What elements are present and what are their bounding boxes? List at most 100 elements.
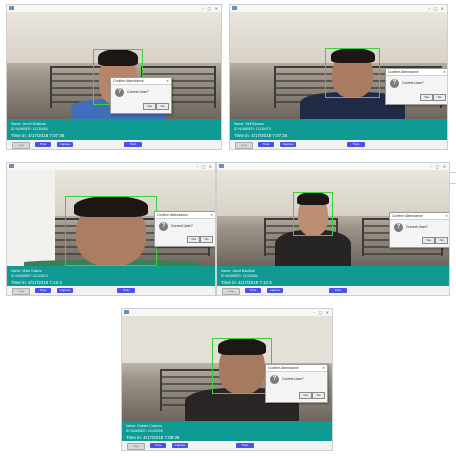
train-button[interactable]: Train xyxy=(347,142,365,147)
train-button[interactable]: Train xyxy=(236,443,254,448)
camera-feed: Confirm Attendance ✕? Correct User? Yes No xyxy=(7,12,221,119)
dialog-message: Correct User? xyxy=(127,90,149,94)
button-row: Log Time Capture Train xyxy=(7,286,215,295)
no-button[interactable]: No xyxy=(200,236,213,243)
yes-button[interactable]: Yes xyxy=(422,237,435,244)
dialog-title: Confirm Attendance xyxy=(390,213,449,220)
app-icon xyxy=(219,164,224,168)
log-button[interactable]: Log xyxy=(222,288,240,295)
face-detection-box xyxy=(325,48,380,98)
camera-feed: Confirm Attendance ✕? Correct User? Yes No xyxy=(122,316,332,421)
time-in: Time in: 4/17/2018 7:12:5 xyxy=(221,280,272,285)
no-button[interactable]: No xyxy=(312,392,325,399)
close-icon[interactable]: ✕ xyxy=(443,69,446,75)
question-icon: ? xyxy=(115,88,124,97)
train-button[interactable]: Train xyxy=(329,288,347,293)
time-button[interactable]: Time xyxy=(35,288,51,293)
attendance-window: – □ ✕ Confirm Attendance ✕? Correct User? Ye… xyxy=(6,4,222,150)
side-window xyxy=(449,172,456,184)
student-name: Name: Neil Banzon xyxy=(234,122,265,126)
yes-button[interactable]: Yes xyxy=(299,392,312,399)
window-controls[interactable]: – □ ✕ xyxy=(430,164,447,169)
face-detection-box xyxy=(293,192,333,236)
student-name: Name: Mark Galicia xyxy=(11,269,42,273)
capture-button[interactable]: Capture xyxy=(267,288,283,293)
student-id: ID NUMBER: 11130464 xyxy=(11,127,48,131)
close-icon[interactable]: ✕ xyxy=(210,212,213,218)
confirm-dialog: Confirm Attendance ✕? Correct User? Yes No xyxy=(265,364,328,403)
capture-button[interactable]: Capture xyxy=(280,142,296,147)
app-icon xyxy=(9,164,14,168)
dialog-message: Correct User? xyxy=(171,224,193,228)
attendance-window: – □ ✕ Confirm Attendance ✕? Correct User? Ye… xyxy=(216,162,450,296)
time-button[interactable]: Time xyxy=(245,288,261,293)
question-icon: ? xyxy=(394,223,403,232)
train-button[interactable]: Train xyxy=(124,142,142,147)
window-controls[interactable]: – □ ✕ xyxy=(313,310,330,315)
log-button[interactable]: Log xyxy=(235,142,253,149)
time-button[interactable]: Time xyxy=(258,142,274,147)
student-name: Name: Jared Bautista xyxy=(221,269,255,273)
face-detection-box xyxy=(212,338,272,394)
log-button[interactable]: Log xyxy=(12,142,30,149)
attendance-window: – □ ✕ Confirm Attendance ✕? Correct User? Ye… xyxy=(6,162,216,296)
app-icon xyxy=(124,310,129,314)
dialog-message: Correct User? xyxy=(402,81,424,85)
question-icon: ? xyxy=(270,375,279,384)
student-id: ID NUMBER: 11130513 xyxy=(11,274,48,278)
confirm-dialog: Confirm Attendance ✕? Correct User? Yes No xyxy=(154,211,215,247)
window-controls[interactable]: – □ ✕ xyxy=(202,6,219,11)
info-panel: Name: Neil Banzon ID NUMBER: 11130470 Time… xyxy=(230,119,447,149)
side-person xyxy=(7,170,55,266)
capture-button[interactable]: Capture xyxy=(172,443,188,448)
attendance-window: – □ ✕ Confirm Attendance ✕? Correct User? Ye… xyxy=(121,308,333,451)
no-button[interactable]: No xyxy=(156,103,169,110)
button-row: Log Time Capture Train xyxy=(7,140,221,149)
no-button[interactable]: No xyxy=(435,237,448,244)
yes-button[interactable]: Yes xyxy=(187,236,200,243)
yes-button[interactable]: Yes xyxy=(420,94,433,101)
info-panel: Name: Jared Bautista ID NUMBER: 11130484 T… xyxy=(217,266,449,295)
camera-feed: Confirm Attendance ✕? Correct User? Yes No xyxy=(217,170,449,266)
app-icon xyxy=(9,6,14,10)
student-id: ID NUMBER: 11130470 xyxy=(234,127,271,131)
log-button[interactable]: Log xyxy=(127,443,145,450)
info-panel: Name: Jerzel Bullanan ID NUMBER: 11130464… xyxy=(7,119,221,149)
window-controls[interactable]: – □ ✕ xyxy=(196,164,213,169)
camera-feed: Confirm Attendance ✕? Correct User? Yes No xyxy=(7,170,215,266)
confirm-dialog: Confirm Attendance ✕? Correct User? Yes No xyxy=(110,77,172,114)
dialog-message: Correct User? xyxy=(282,377,304,381)
question-icon: ? xyxy=(159,222,168,231)
time-button[interactable]: Time xyxy=(150,443,166,448)
time-in: Time in: 4/17/2018 7:07:34 xyxy=(234,133,288,138)
student-name: Name: Jerzel Bullanan xyxy=(11,122,47,126)
yes-button[interactable]: Yes xyxy=(143,103,156,110)
no-button[interactable]: No xyxy=(433,94,446,101)
info-panel: Name: Rainier Cabrera ID NUMBER: 11130496… xyxy=(122,421,332,450)
time-in: Time in: 4/17/2018 7:12:4 xyxy=(11,280,62,285)
confirm-dialog: Confirm Attendance ✕? Correct User? Yes No xyxy=(389,212,449,248)
time-in: Time in: 4/17/2018 7:09:39 xyxy=(126,435,180,440)
dialog-message: Correct User? xyxy=(406,225,428,229)
log-button[interactable]: Log xyxy=(12,288,30,295)
dialog-title: Confirm Attendance xyxy=(386,69,447,76)
camera-feed: Confirm Attendance ✕? Correct User? Yes No xyxy=(230,12,447,119)
close-icon[interactable]: ✕ xyxy=(166,78,169,84)
info-panel: Name: Mark Galicia ID NUMBER: 11130513 Tim… xyxy=(7,266,215,295)
close-icon[interactable]: ✕ xyxy=(445,213,448,219)
app-icon xyxy=(232,6,237,10)
button-row: Log Time Capture Train xyxy=(122,441,332,450)
dialog-title: Confirm Attendance xyxy=(111,78,171,85)
capture-button[interactable]: Capture xyxy=(57,142,73,147)
button-row: Log Time Capture Train xyxy=(230,140,447,149)
student-name: Name: Rainier Cabrera xyxy=(126,424,162,428)
button-row: Log Time Capture Train xyxy=(217,286,449,295)
train-button[interactable]: Train xyxy=(117,288,135,293)
close-icon[interactable]: ✕ xyxy=(322,365,325,371)
time-button[interactable]: Time xyxy=(35,142,51,147)
question-icon: ? xyxy=(390,79,399,88)
window-controls[interactable]: – □ ✕ xyxy=(428,6,445,11)
capture-button[interactable]: Capture xyxy=(57,288,73,293)
student-id: ID NUMBER: 11130496 xyxy=(126,429,163,433)
student-id: ID NUMBER: 11130484 xyxy=(221,274,258,278)
